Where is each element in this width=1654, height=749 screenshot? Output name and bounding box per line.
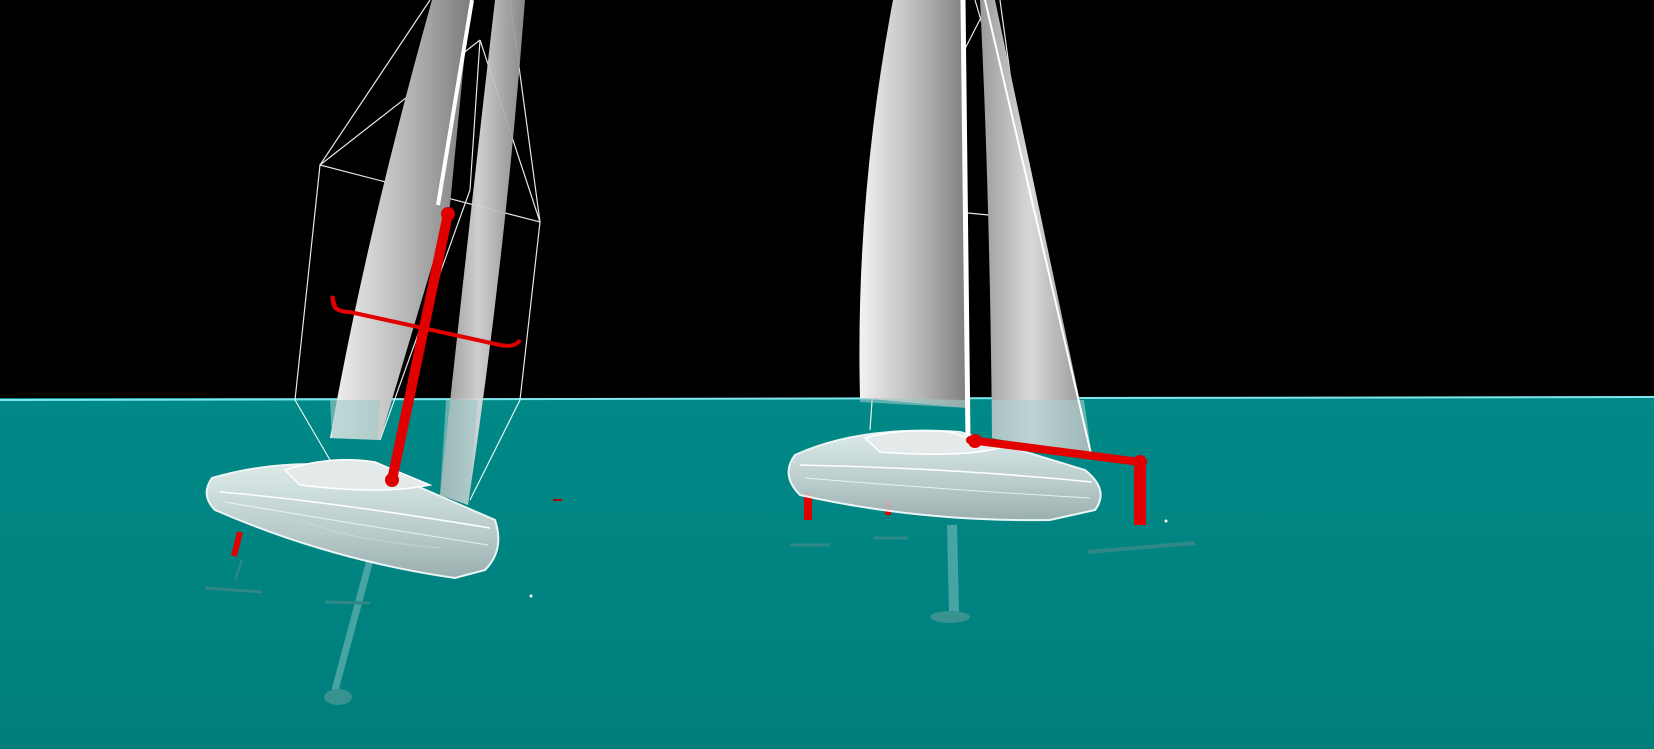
render-canvas bbox=[0, 0, 1654, 749]
3d-sailboat-viewport[interactable] bbox=[0, 0, 1654, 749]
water-marker-dot bbox=[1164, 519, 1168, 523]
water-marker-dot bbox=[529, 594, 533, 598]
sky-background bbox=[0, 0, 1654, 400]
